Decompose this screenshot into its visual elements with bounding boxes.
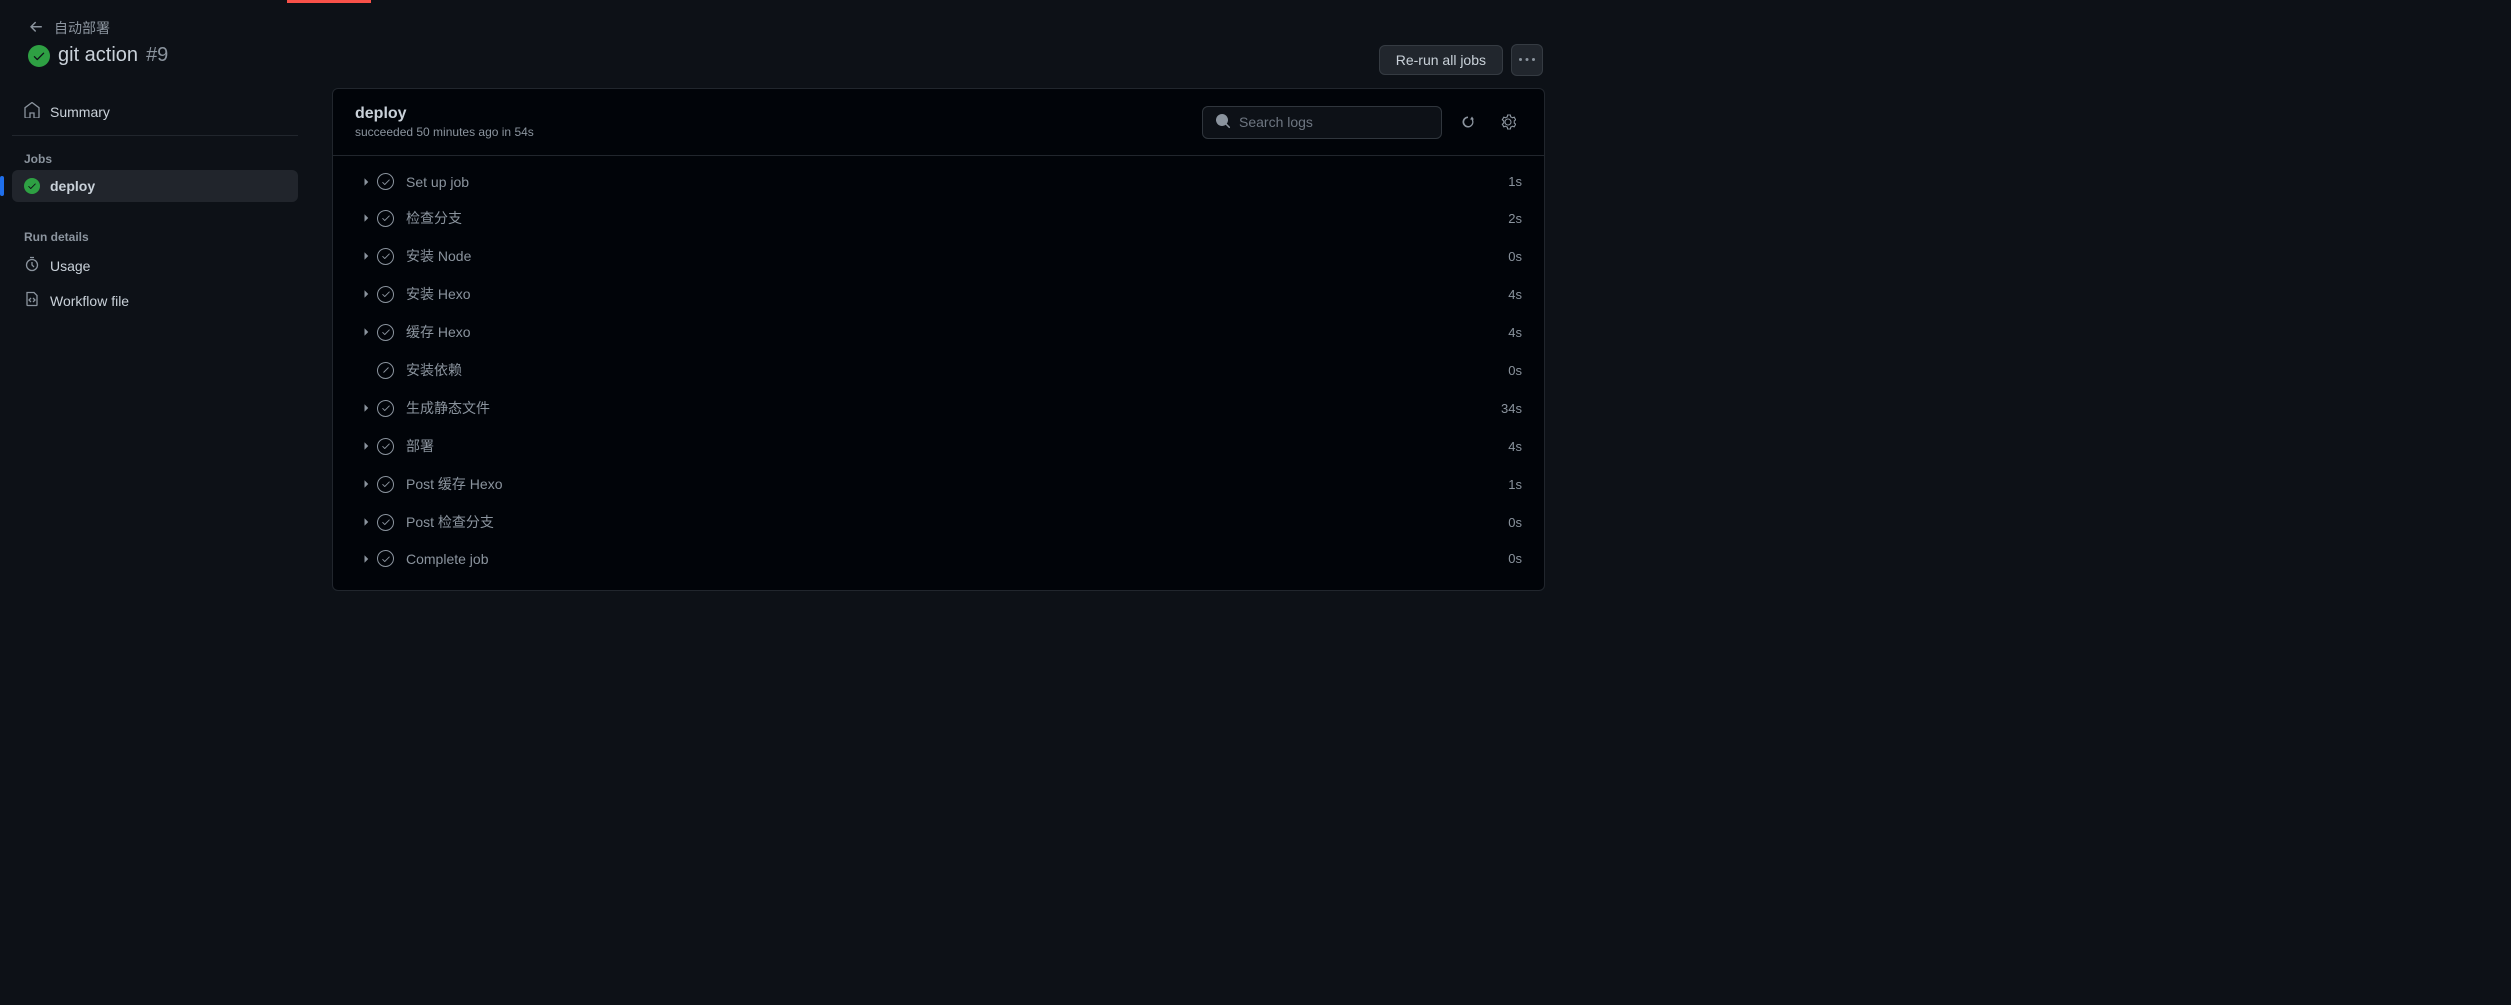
step-row[interactable]: 生成静态文件34s [333, 389, 1544, 427]
kebab-menu-button[interactable] [1511, 44, 1543, 76]
job-panel: deploy succeeded 50 minutes ago in 54s [332, 88, 1545, 591]
page-header: 自动部署 git action #9 Re-run all jobs [0, 0, 1567, 88]
step-duration: 0s [1508, 551, 1522, 566]
step-name: 安装依赖 [406, 360, 1508, 380]
chevron-right-icon [355, 478, 377, 490]
check-icon [377, 324, 394, 341]
workflow-title-row: git action #9 [28, 44, 168, 67]
check-icon [377, 248, 394, 265]
file-icon [24, 291, 40, 310]
step-name: 部署 [406, 436, 1508, 456]
sidebar-heading-jobs: Jobs [12, 142, 298, 170]
stopwatch-icon [24, 256, 40, 275]
step-name: 缓存 Hexo [406, 322, 1508, 342]
arrow-left-icon [28, 19, 44, 38]
rerun-all-jobs-button[interactable]: Re-run all jobs [1379, 45, 1503, 75]
sidebar-item-job[interactable]: deploy [12, 170, 298, 202]
success-icon [28, 45, 50, 67]
sidebar-item-usage[interactable]: Usage [12, 248, 298, 283]
step-duration: 4s [1508, 325, 1522, 340]
chevron-right-icon [355, 553, 377, 565]
home-icon [24, 102, 40, 121]
check-icon [377, 514, 394, 531]
chevron-right-icon [355, 402, 377, 414]
step-name: Complete job [406, 551, 1508, 567]
steps-list: Set up job1s检查分支2s安装 Node0s安装 Hexo4s缓存 H… [333, 156, 1544, 590]
check-icon [377, 438, 394, 455]
step-row[interactable]: 安装 Hexo4s [333, 275, 1544, 313]
step-name: Post 检查分支 [406, 512, 1508, 532]
step-duration: 4s [1508, 287, 1522, 302]
chevron-right-icon [355, 250, 377, 262]
job-subtext: succeeded 50 minutes ago in 54s [355, 125, 534, 139]
sidebar-item-label: deploy [50, 178, 95, 194]
chevron-right-icon [355, 176, 377, 188]
sidebar-item-label: Summary [50, 104, 110, 120]
step-row[interactable]: 部署4s [333, 427, 1544, 465]
loading-indicator [287, 0, 371, 3]
job-title: deploy [355, 105, 534, 123]
chevron-right-icon [355, 212, 377, 224]
refresh-button[interactable] [1454, 108, 1482, 136]
sidebar: Summary Jobs deploy Run details Usage Wo… [0, 88, 310, 613]
skip-icon [377, 362, 394, 379]
step-duration: 0s [1508, 363, 1522, 378]
sidebar-heading-run-details: Run details [12, 220, 298, 248]
chevron-right-icon [355, 288, 377, 300]
step-row[interactable]: Post 缓存 Hexo1s [333, 465, 1544, 503]
workflow-run-number: #9 [146, 44, 168, 67]
chevron-right-icon [355, 440, 377, 452]
main-content: deploy succeeded 50 minutes ago in 54s [310, 88, 1567, 613]
sidebar-item-label: Usage [50, 258, 90, 274]
check-icon [377, 210, 394, 227]
step-name: 安装 Node [406, 246, 1508, 266]
step-row[interactable]: 缓存 Hexo4s [333, 313, 1544, 351]
chevron-right-icon [355, 516, 377, 528]
step-row[interactable]: Complete job0s [333, 541, 1544, 576]
success-icon [24, 178, 40, 194]
sidebar-item-workflow-file[interactable]: Workflow file [12, 283, 298, 318]
step-name: Set up job [406, 174, 1508, 190]
check-icon [377, 173, 394, 190]
step-duration: 0s [1508, 515, 1522, 530]
step-row[interactable]: 安装依赖0s [333, 351, 1544, 389]
workflow-title: git action [58, 44, 138, 67]
step-duration: 34s [1501, 401, 1522, 416]
step-name: Post 缓存 Hexo [406, 474, 1508, 494]
sidebar-item-label: Workflow file [50, 293, 129, 309]
step-name: 安装 Hexo [406, 284, 1508, 304]
breadcrumb[interactable]: 自动部署 [28, 18, 168, 38]
step-row[interactable]: Post 检查分支0s [333, 503, 1544, 541]
breadcrumb-label: 自动部署 [54, 18, 110, 38]
step-duration: 2s [1508, 211, 1522, 226]
sidebar-item-summary[interactable]: Summary [12, 94, 298, 129]
step-row[interactable]: 检查分支2s [333, 199, 1544, 237]
step-duration: 0s [1508, 249, 1522, 264]
step-duration: 4s [1508, 439, 1522, 454]
step-duration: 1s [1508, 174, 1522, 189]
search-logs-field[interactable] [1239, 114, 1429, 130]
step-duration: 1s [1508, 477, 1522, 492]
chevron-right-icon [355, 326, 377, 338]
check-icon [377, 476, 394, 493]
search-icon [1215, 113, 1231, 132]
step-name: 检查分支 [406, 208, 1508, 228]
step-name: 生成静态文件 [406, 398, 1501, 418]
check-icon [377, 550, 394, 567]
step-row[interactable]: Set up job1s [333, 164, 1544, 199]
step-row[interactable]: 安装 Node0s [333, 237, 1544, 275]
check-icon [377, 286, 394, 303]
check-icon [377, 400, 394, 417]
settings-button[interactable] [1494, 108, 1522, 136]
search-logs-input[interactable] [1202, 106, 1442, 139]
